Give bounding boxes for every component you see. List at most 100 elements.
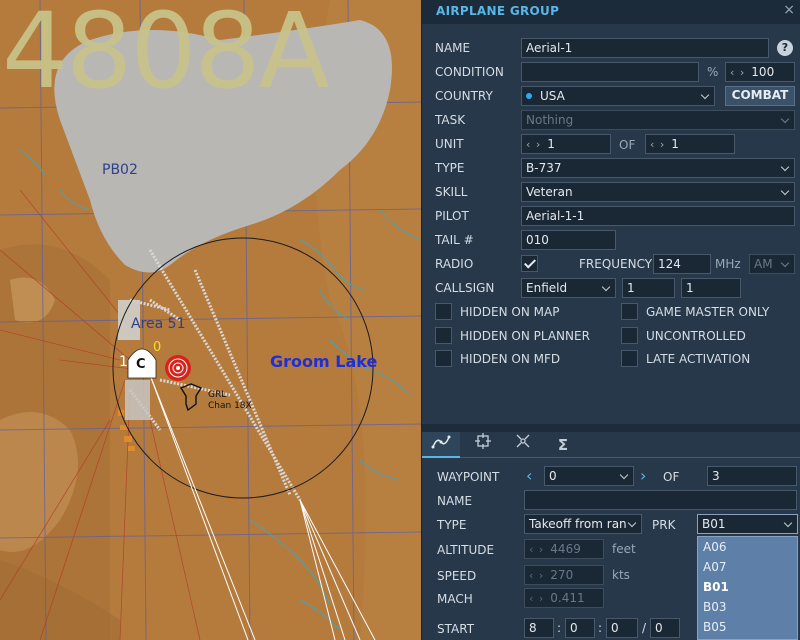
start-minute-input[interactable]: 0 [606,618,638,638]
stepper-arrows-icon[interactable]: ‹ › [730,66,745,79]
uncontrolled-checkbox[interactable] [621,327,638,344]
game-master-only-label: GAME MASTER ONLY [646,305,770,319]
start-hour-input[interactable]: 0 [565,618,595,638]
altitude-label: ALTITUDE [437,543,495,557]
country-select[interactable]: USA [521,86,715,106]
panel-divider [422,424,800,432]
previous-waypoint-icon[interactable]: ‹ [526,467,532,485]
hidden-on-planner-checkbox[interactable] [435,327,452,344]
start-second-input[interactable]: 0 [650,618,680,638]
panel-title: AIRPLANE GROUP [436,4,560,18]
tail-number-input[interactable]: 010 [521,230,616,250]
waypoint-label: WAYPOINT [437,470,500,484]
mach-stepper[interactable]: ‹ › 0.411 [524,588,604,608]
waypoint-type-select[interactable]: Takeoff from ran [524,514,642,534]
speed-stepper[interactable]: ‹ › 270 [524,565,604,585]
map-label-area51: Area 51 [131,316,186,332]
waypoint-select[interactable]: 0 [544,466,634,486]
parking-option[interactable]: B01 [698,577,797,597]
beacon-name: GRL [208,390,227,400]
stepper-arrows-icon[interactable]: ‹ › [529,569,544,582]
airfield-marker-icon[interactable]: C [136,357,146,372]
late-activation-label: LATE ACTIVATION [646,352,751,366]
condition-label: CONDITION [435,65,504,79]
type-label: TYPE [435,161,465,175]
speed-value: 270 [550,568,574,582]
tacan-beacon-label: GRL Chan 18X [208,390,252,412]
tab-summary[interactable]: Σ [544,432,582,458]
next-waypoint-icon[interactable]: › [640,467,646,485]
unit-count-value: 1 [671,137,679,151]
stepper-arrows-icon[interactable]: ‹ › [529,543,544,556]
aircraft-type-select[interactable]: B-737 [521,158,795,178]
group-tabs: Σ [422,432,800,458]
callsign-select[interactable]: Enfield [521,278,616,298]
tab-targets[interactable] [464,432,502,458]
panel-titlebar: AIRPLANE GROUP × [422,0,800,24]
late-activation-checkbox[interactable] [621,350,638,367]
close-icon[interactable]: × [783,2,795,18]
radio-label: RADIO [435,257,474,271]
tab-payload[interactable] [504,432,542,458]
parking-option[interactable]: B05 [698,617,797,637]
waypoint-count-field: 3 [707,466,797,486]
combat-button[interactable]: COMBAT [725,86,795,106]
beacon-channel: Chan 18X [208,401,252,411]
condition-stepper[interactable]: ‹ › 100 [725,62,795,82]
parking-option[interactable]: B03 [698,597,797,617]
frequency-input[interactable]: 124 [653,254,711,274]
parking-label: PRK [652,518,676,532]
unit-stepper[interactable]: ‹ › 1 [521,134,611,154]
name-input[interactable]: Aerial-1 [521,38,769,58]
stepper-arrows-icon[interactable]: ‹ › [529,592,544,605]
skill-select[interactable]: Veteran [521,182,795,202]
pilot-input[interactable]: Aerial-1-1 [521,206,795,226]
parking-select[interactable]: B01 [697,514,798,534]
radio-checkbox[interactable] [521,255,538,272]
start-day-input[interactable]: 8 [524,618,554,638]
waypoint-name-label: NAME [437,494,473,508]
hidden-on-map-checkbox[interactable] [435,303,452,320]
altitude-value: 4469 [550,542,581,556]
unit-stepper-value: 1 [547,137,555,151]
country-color-dot [526,93,532,99]
parking-dropdown-list[interactable]: A06 A07 B01 B03 B05 [697,536,798,640]
parking-option[interactable]: A06 [698,537,797,557]
hidden-on-planner-label: HIDDEN ON PLANNER [460,329,590,343]
callsign-number-input[interactable]: 1 [622,278,675,298]
waypoint-of-label: OF [663,470,680,484]
map-label-groom-lake: Groom Lake [270,352,378,371]
map-view[interactable]: 4808A PB02 Area 51 Groom Lake 1 0 C GRL … [0,0,421,640]
task-select[interactable]: Nothing [521,110,795,130]
time-separator: : [557,621,562,635]
hidden-on-mfd-label: HIDDEN ON MFD [460,352,561,366]
payload-icon [516,434,530,448]
callsign-flight-input[interactable]: 1 [681,278,741,298]
map-unit-index-label: 1 [119,354,128,370]
map-waypoint-index-label: 0 [153,340,162,355]
summary-icon: Σ [557,436,569,454]
altitude-stepper[interactable]: ‹ › 4469 [524,539,604,559]
frequency-unit: MHz [715,257,741,271]
map-label-pb02: PB02 [102,162,138,178]
condition-stepper-value: 100 [751,65,775,79]
tab-route[interactable] [422,432,460,458]
start-label: START [437,622,475,636]
unit-of-label: OF [619,138,636,152]
country-select-value: USA [540,89,565,103]
uncontrolled-label: UNCONTROLLED [646,329,746,343]
game-master-only-checkbox[interactable] [621,303,638,320]
condition-input[interactable] [521,62,699,82]
hidden-on-mfd-checkbox[interactable] [435,350,452,367]
help-icon[interactable]: ? [777,40,793,56]
stepper-arrows-icon[interactable]: ‹ › [526,138,541,151]
condition-percent-unit: % [707,65,719,79]
modulation-select[interactable]: AM [749,254,795,274]
stepper-arrows-icon[interactable]: ‹ › [650,138,665,151]
task-label: TASK [435,113,466,127]
route-icon [431,435,451,449]
unit-count-stepper[interactable]: ‹ › 1 [645,134,735,154]
target-icon [475,433,491,449]
parking-option[interactable]: A07 [698,557,797,577]
waypoint-name-input[interactable] [524,490,797,510]
